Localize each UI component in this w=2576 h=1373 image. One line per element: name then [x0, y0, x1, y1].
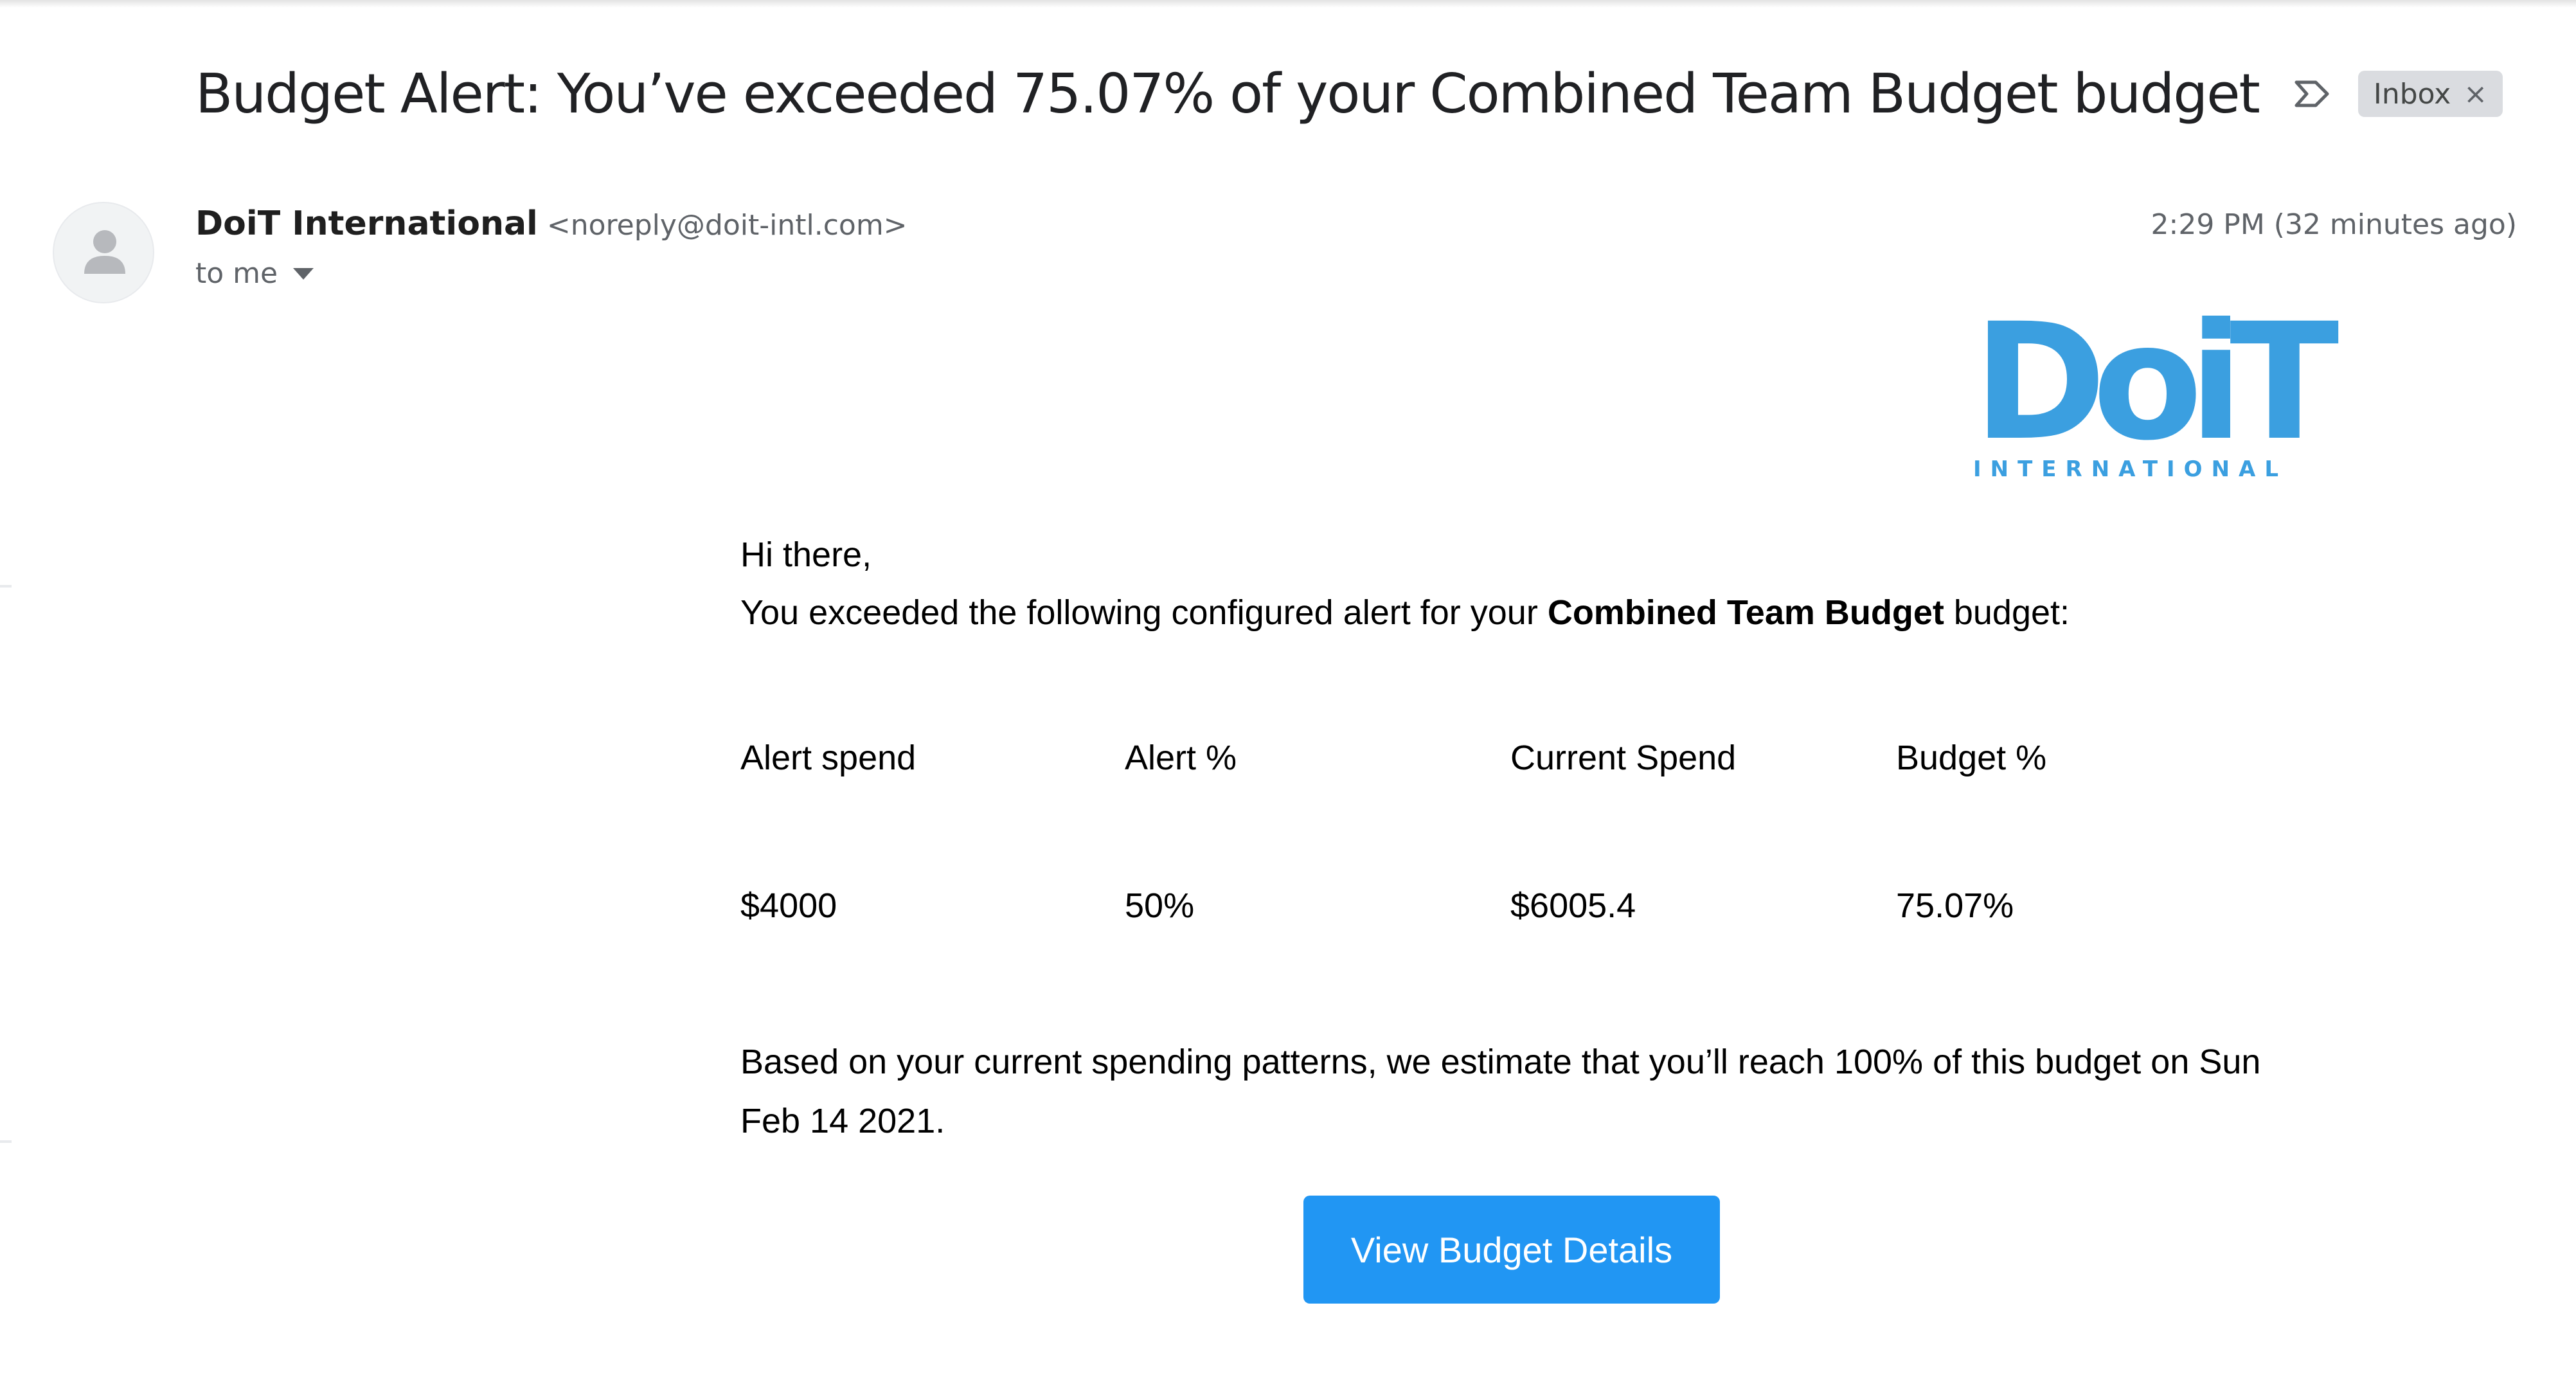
sender-line: DoiT International <noreply@doit-intl.co… — [195, 204, 908, 243]
metric-label: Alert spend — [740, 739, 917, 777]
intro-text: You exceeded the following configured al… — [740, 593, 2070, 633]
metric-alert-percent: Alert % 50% — [1125, 738, 1485, 926]
person-icon — [84, 230, 125, 274]
sender-name[interactable]: DoiT International — [195, 204, 538, 243]
inbox-label-text: Inbox — [2373, 77, 2451, 111]
recipient-details-toggle[interactable]: to me — [195, 257, 314, 290]
metric-value: $6005.4 — [1510, 886, 1636, 925]
caret-down-icon[interactable] — [293, 267, 314, 280]
budget-name: Combined Team Budget — [1547, 593, 1944, 632]
edge-marker — [0, 1140, 12, 1143]
edge-marker — [0, 585, 12, 588]
logo-word: DoiT — [1973, 289, 2339, 476]
intro-prefix: You exceeded the following configured al… — [740, 593, 1548, 632]
metric-alert-spend: Alert spend $4000 — [740, 738, 1100, 926]
top-divider — [0, 0, 2576, 8]
greeting: Hi there, — [740, 535, 872, 574]
forecast-text: Based on your current spending patterns,… — [740, 1043, 2261, 1140]
metric-value: $4000 — [740, 886, 837, 925]
inbox-label-chip[interactable]: Inbox × — [2357, 71, 2503, 117]
metric-label: Current Spend — [1510, 739, 1737, 777]
sender-avatar[interactable] — [53, 202, 154, 303]
doit-logo: DoiT INTERNATIONAL — [1973, 302, 2339, 489]
metric-budget-percent: Budget % 75.07% — [1896, 738, 2256, 926]
sender-email: <noreply@doit-intl.com> — [546, 209, 908, 242]
intro-suffix: budget: — [1944, 593, 2070, 632]
logo-subtitle: INTERNATIONAL — [1973, 456, 2288, 482]
important-marker-icon[interactable] — [2291, 76, 2332, 112]
metric-current-spend: Current Spend $6005.4 — [1510, 738, 1870, 926]
view-budget-details-button[interactable]: View Budget Details — [1303, 1196, 1720, 1304]
metric-value: 75.07% — [1896, 886, 2014, 925]
recipient-text: to me — [195, 257, 278, 290]
email-view: Budget Alert: You’ve exceeded 75.07% of … — [0, 0, 2576, 1373]
metric-label: Budget % — [1896, 739, 2047, 777]
email-subject: Budget Alert: You’ve exceeded 75.07% of … — [195, 62, 2260, 126]
close-icon[interactable]: × — [2464, 78, 2487, 111]
metric-value: 50% — [1125, 886, 1195, 925]
email-timestamp: 2:29 PM (32 minutes ago) — [2151, 208, 2518, 241]
metric-label: Alert % — [1125, 739, 1237, 777]
subject-row: Budget Alert: You’ve exceeded 75.07% of … — [195, 55, 2503, 132]
